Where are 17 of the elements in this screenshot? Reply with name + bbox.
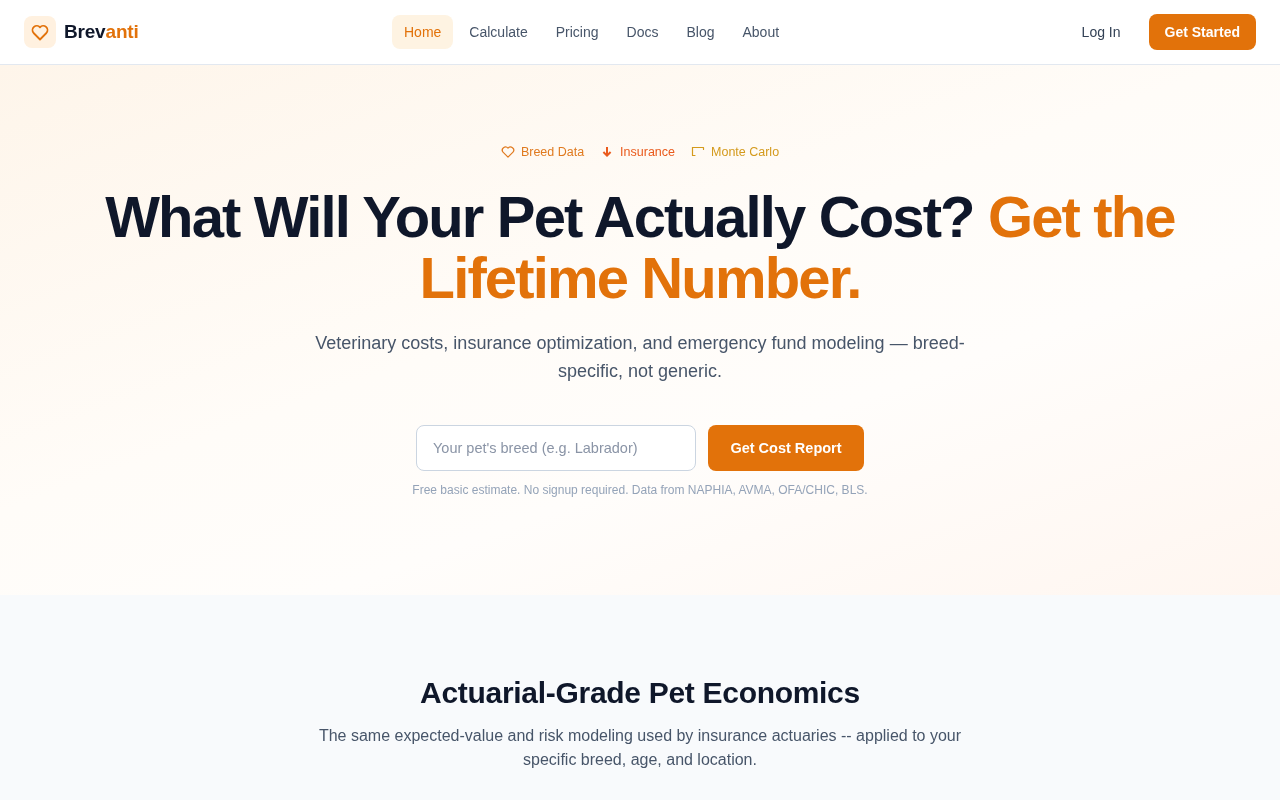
badge-label: Monte Carlo xyxy=(711,145,780,159)
data-sources-note: Free basic estimate. No signup required. Data from NAPHIA, AVMA, OFA/CHIC, BLS. xyxy=(412,482,868,498)
nav-link[interactable]: Calculate xyxy=(457,15,540,49)
section-title: Actuarial-Grade Pet Economics xyxy=(420,675,860,711)
nav-link[interactable]: Docs xyxy=(614,15,671,49)
hero-headline: What Will Your Pet Actually Cost? Get the Lifetime Number. xyxy=(104,186,1176,308)
section-subtitle: The same expected-value and risk modeling used by insurance actuaries -- applied to your specific breed, age, and location. xyxy=(317,726,963,770)
brand-name: Brevanti xyxy=(64,21,139,43)
badge-label: Insurance xyxy=(620,145,675,159)
badge-label: Breed Data xyxy=(520,145,585,159)
nav-link[interactable]: Pricing xyxy=(543,15,611,49)
nav-link[interactable]: Blog xyxy=(674,15,727,49)
login-link[interactable]: Log In xyxy=(1065,15,1137,49)
breed-input-field[interactable]: Your pet's breed (e.g. Labrador) xyxy=(416,425,696,471)
hero-subtitle: Veterinary costs, insurance optimization, and emergency fund modeling — breed-specific, not generic. xyxy=(314,332,966,383)
heart-logo-icon xyxy=(24,16,56,48)
nav-link[interactable]: About xyxy=(730,15,792,49)
